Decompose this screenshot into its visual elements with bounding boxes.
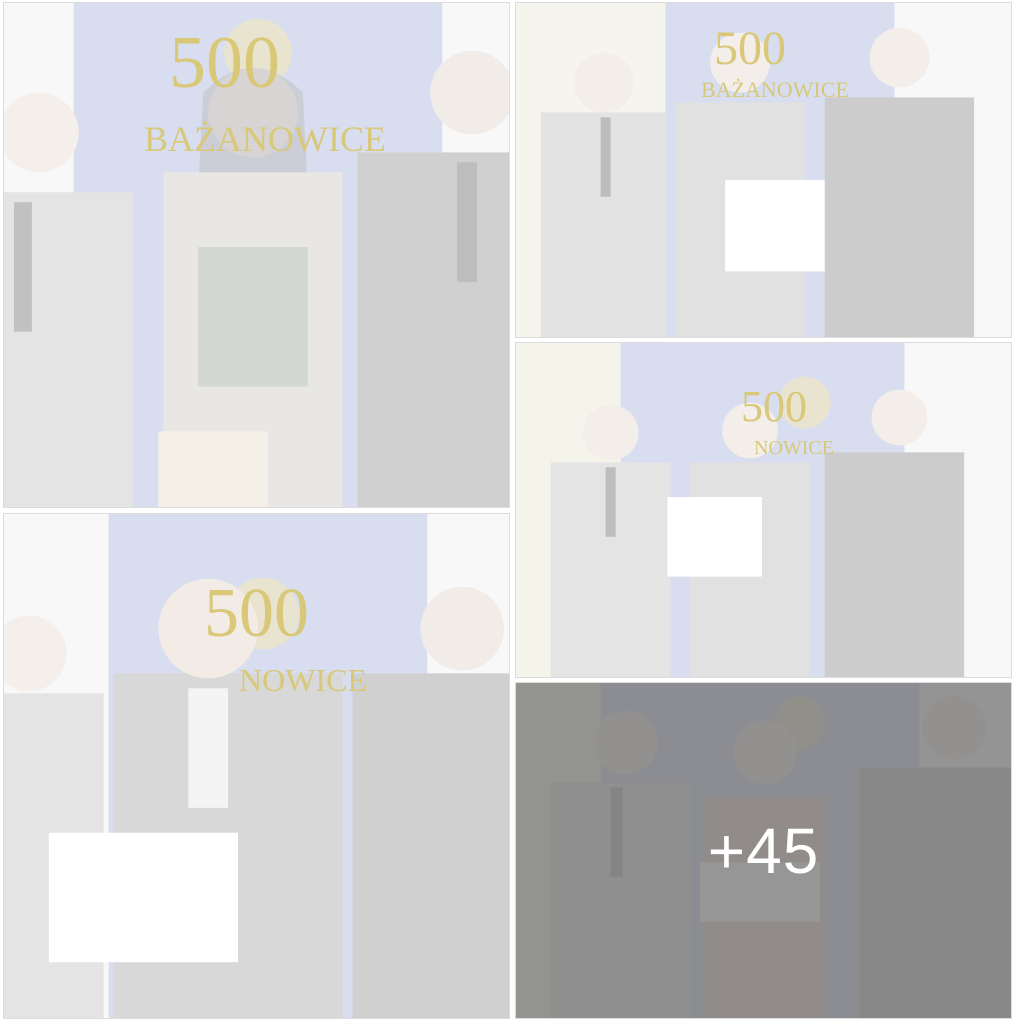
gallery-photo-2[interactable]: 500 BAŻANOWICE — [515, 2, 1012, 338]
more-photos-overlay[interactable]: +45 — [516, 683, 1011, 1018]
backdrop-number: 500 — [169, 22, 280, 104]
backdrop-town: BAŻANOWICE — [701, 77, 849, 102]
backdrop-town: BAŻANOWICE — [144, 119, 386, 159]
gallery-photo-1[interactable]: 500 BAŻANOWICE — [3, 2, 510, 508]
backdrop-number: 500 — [204, 575, 309, 652]
gallery-photo-3[interactable]: 500 NOWICE — [515, 342, 1012, 678]
more-photos-count: +45 — [707, 814, 820, 887]
backdrop-town: NOWICE — [754, 437, 834, 459]
backdrop-number: 500 — [714, 22, 786, 75]
gallery-photo-4[interactable]: 500 NOWICE — [3, 513, 510, 1019]
backdrop-number: 500 — [741, 382, 807, 431]
gallery-photo-more[interactable]: +45 — [515, 682, 1012, 1019]
backdrop-town: NOWICE — [239, 662, 367, 698]
